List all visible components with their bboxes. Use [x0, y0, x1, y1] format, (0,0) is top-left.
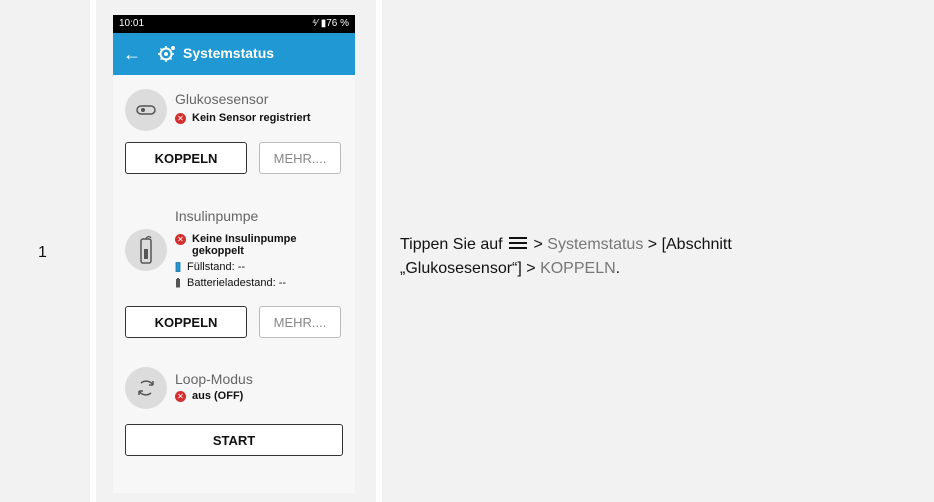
error-icon: ✕ — [175, 113, 186, 124]
instruction-systemstatus: Systemstatus — [547, 236, 644, 253]
insulin-pump-status-line-1: Keine Insulinpumpe — [192, 233, 297, 245]
menu-hamburger-icon — [509, 237, 528, 249]
instruction-line-2-start: „Glukosesensor“] > — [400, 260, 541, 277]
battery-icon — [176, 278, 180, 288]
instruction-separator-2: > [Abschnitt — [643, 236, 732, 253]
glucose-sensor-pair-button[interactable]: KOPPELN — [125, 142, 247, 174]
status-bar: 10:01 ⁴⁄ ▮76 % — [113, 15, 355, 33]
error-icon: ✕ — [175, 391, 186, 402]
instruction-prefix: Tippen Sie auf — [400, 236, 503, 253]
glucose-sensor-label: Glukosesensor — [175, 91, 269, 107]
phone-screen: 10:01 ⁴⁄ ▮76 % ← Systemstatus Glukosesen… — [113, 15, 355, 493]
loop-mode-status: ✕ aus (OFF) — [175, 390, 243, 402]
loop-mode-status-text: aus (OFF) — [192, 390, 244, 402]
insulin-pump-icon — [140, 236, 152, 264]
glucose-sensor-status: ✕ Kein Sensor registriert — [175, 112, 311, 124]
sensor-icon — [136, 105, 156, 115]
insulin-pump-section-icon — [125, 229, 167, 271]
loop-mode-start-button[interactable]: START — [125, 424, 343, 456]
insulin-pump-pair-button[interactable]: KOPPELN — [125, 306, 247, 338]
instruction-separator-1: > — [533, 236, 548, 253]
insulin-pump-label: Insulinpumpe — [175, 208, 259, 224]
loop-mode-section-icon — [125, 367, 167, 409]
glucose-sensor-status-text: Kein Sensor registriert — [192, 112, 311, 124]
step-number: 1 — [38, 244, 47, 261]
instruction-end: . — [615, 260, 621, 277]
status-time: 10:01 — [119, 18, 145, 29]
instruction-table-row: 1 10:01 ⁴⁄ ▮76 % ← Systemstatus Glukoses… — [0, 0, 934, 502]
instruction-koppeln: KOPPELN — [540, 260, 616, 277]
loop-mode-label: Loop-Modus — [175, 371, 253, 387]
fill-level-icon — [175, 262, 181, 272]
instruction-text: Tippen Sie auf > Systemstatus > [Abschni… — [400, 233, 880, 281]
insulin-pump-status-line-2: gekoppelt — [192, 245, 244, 257]
app-bar: ← Systemstatus — [113, 33, 355, 75]
insulin-pump-more-button[interactable]: MEHR.... — [259, 306, 341, 338]
battery-level-status: Batterieladestand: -- — [175, 277, 286, 289]
settings-gear-icon — [158, 46, 175, 62]
back-arrow-icon[interactable]: ← — [123, 42, 141, 66]
fill-level-status: Füllstand: -- — [175, 261, 245, 273]
glucose-sensor-section-icon — [125, 89, 167, 131]
battery-level-text: Batterieladestand: -- — [187, 277, 287, 289]
insulin-pump-status-text: Keine Insulinpumpe gekoppelt — [192, 233, 297, 257]
fill-level-text: Füllstand: -- — [187, 261, 246, 273]
insulin-pump-status: ✕ Keine Insulinpumpe gekoppelt — [175, 233, 345, 257]
status-indicators: ⁴⁄ ▮76 % — [311, 18, 349, 29]
glucose-sensor-more-button[interactable]: MEHR.... — [259, 142, 341, 174]
screen-title: Systemstatus — [183, 45, 275, 61]
error-icon: ✕ — [175, 234, 186, 245]
loop-icon — [138, 380, 154, 396]
